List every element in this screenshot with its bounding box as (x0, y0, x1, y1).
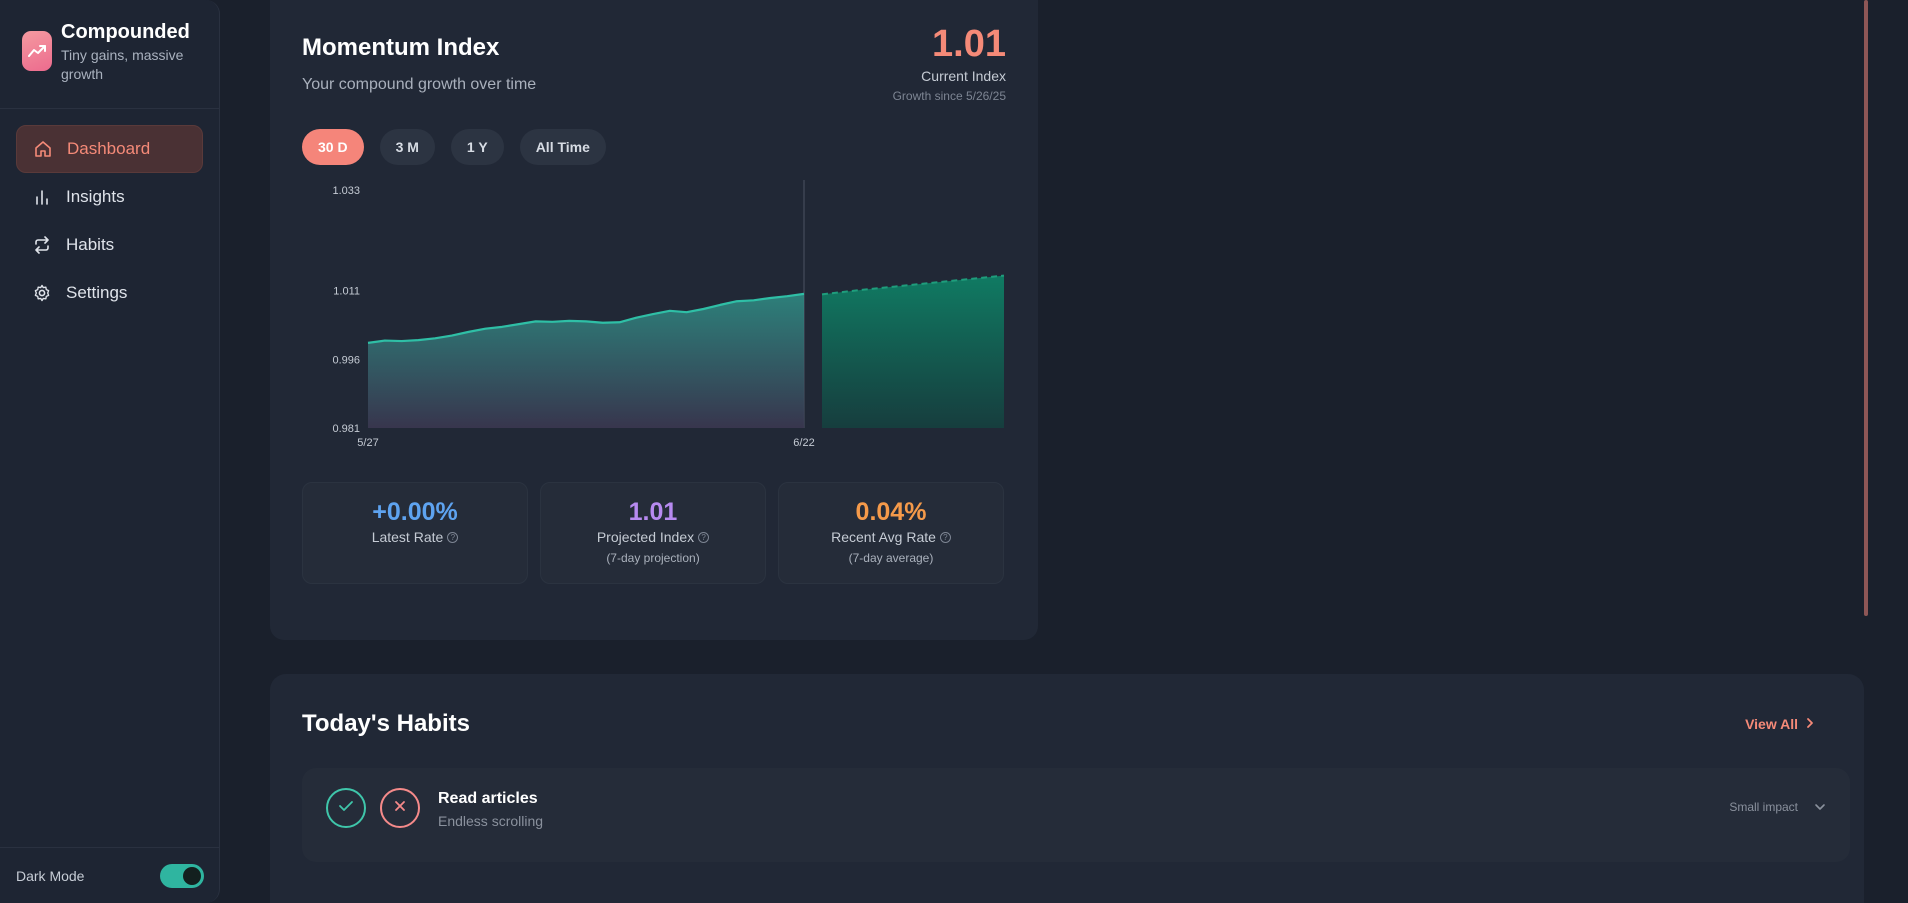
chevron-right-icon (1806, 716, 1814, 732)
view-all-link[interactable]: View All (1745, 716, 1814, 732)
help-icon[interactable]: ? (939, 531, 951, 543)
stat-latest-rate: +0.00% Latest Rate? (302, 482, 528, 584)
stat-projected-index: 1.01 Projected Index? (7-day projection) (540, 482, 766, 584)
growth-since: Growth since 5/26/25 (892, 89, 1006, 103)
sidebar-item-dashboard[interactable]: Dashboard (16, 125, 203, 173)
stat-label-text: Latest Rate (371, 529, 444, 545)
habit-row: Read articles Endless scrolling Small im… (302, 768, 1850, 862)
sidebar-item-label: Habits (66, 235, 115, 254)
momentum-title: Momentum Index (302, 34, 500, 61)
range-selector: 30 D 3 M 1 Y All Time (302, 129, 606, 165)
y-tick-label: 0.981 (332, 423, 360, 435)
sidebar-nav: Dashboard Insights Habits Settings (0, 109, 219, 317)
stat-value: 0.04% (855, 498, 927, 526)
momentum-subtitle: Your compound growth over time (302, 76, 537, 93)
x-tick-label: 5/27 (357, 437, 378, 449)
dark-mode-row: Dark Mode (0, 847, 220, 903)
habit-description: Endless scrolling (438, 813, 544, 829)
habits-title: Today's Habits (302, 710, 470, 737)
stat-sublabel: (7-day projection) (606, 551, 700, 565)
skip-habit-button[interactable] (380, 788, 420, 828)
sidebar-item-label: Insights (66, 187, 125, 206)
range-1y-button[interactable]: 1 Y (450, 129, 504, 165)
habits-card: Today's Habits View All Read articles En… (270, 674, 1864, 903)
sidebar-item-habits[interactable]: Habits (16, 221, 203, 269)
current-index: 1.01 Current Index Growth since 5/26/25 (893, 22, 1006, 103)
complete-habit-button[interactable] (326, 788, 366, 828)
sidebar: Compounded Tiny gains, massive growth Da… (0, 0, 220, 903)
chevron-down-icon (1814, 800, 1826, 814)
stat-label: Latest Rate? (303, 529, 527, 545)
projection-area (822, 275, 1004, 428)
sidebar-item-insights[interactable]: Insights (16, 173, 203, 221)
sidebar-item-label: Dashboard (67, 139, 151, 158)
stat-label: Recent Avg Rate? (779, 529, 1003, 545)
stat-value: 1.01 (628, 498, 678, 526)
stat-value: +0.00% (372, 498, 458, 526)
x-tick-label: 6/22 (793, 437, 814, 449)
view-all-label: View All (1745, 716, 1798, 732)
dark-mode-label: Dark Mode (16, 867, 85, 884)
range-30d-button[interactable]: 30 D (302, 129, 364, 165)
home-icon (33, 139, 53, 159)
stat-label-text: Recent Avg Rate (831, 529, 936, 545)
y-tick-label: 1.011 (333, 286, 360, 298)
momentum-chart: 1.033 1.011 0.996 0.981 5/27 6/22 (302, 180, 1008, 460)
check-icon (338, 799, 354, 817)
help-icon[interactable]: ? (698, 531, 710, 543)
toggle-knob (183, 866, 201, 885)
close-icon (394, 799, 406, 817)
current-index-label: Current Index (921, 68, 1006, 84)
gear-icon (32, 283, 52, 303)
repeat-icon (32, 235, 52, 255)
range-all-time-button[interactable]: All Time (519, 129, 606, 165)
trending-up-icon (22, 31, 52, 71)
sidebar-item-settings[interactable]: Settings (16, 269, 203, 317)
impact-label: Small impact (1729, 800, 1798, 814)
momentum-chart-svg: 1.033 1.011 0.996 0.981 5/27 6/22 (332, 180, 1005, 449)
impact-dropdown[interactable]: Small impact (1729, 800, 1826, 814)
range-3m-button[interactable]: 3 M (379, 129, 435, 165)
stat-label-text: Projected Index (596, 529, 695, 545)
brand: Compounded Tiny gains, massive growth (0, 0, 219, 109)
stat-recent-avg-rate: 0.04% Recent Avg Rate? (7-day average) (778, 482, 1004, 584)
stat-sublabel: (7-day average) (848, 551, 934, 565)
momentum-card: Momentum Index Your compound growth over… (270, 0, 1038, 640)
current-index-value: 1.01 (932, 23, 1006, 65)
stat-label: Projected Index? (541, 529, 765, 545)
sidebar-item-label: Settings (66, 283, 128, 302)
y-tick-label: 0.996 (332, 354, 360, 366)
dark-mode-toggle[interactable] (160, 863, 204, 888)
stats-row: +0.00% Latest Rate? 1.01 Projected Index… (302, 482, 1004, 584)
history-area (368, 293, 804, 428)
habit-name: Read articles (438, 790, 538, 807)
brand-name: Compounded (61, 21, 190, 43)
y-tick-label: 1.033 (332, 185, 360, 197)
scrollbar[interactable] (1864, 0, 1868, 616)
help-icon[interactable]: ? (447, 531, 459, 543)
brand-tagline: Tiny gains, massive growth (61, 47, 184, 82)
bar-chart-icon (32, 187, 52, 207)
